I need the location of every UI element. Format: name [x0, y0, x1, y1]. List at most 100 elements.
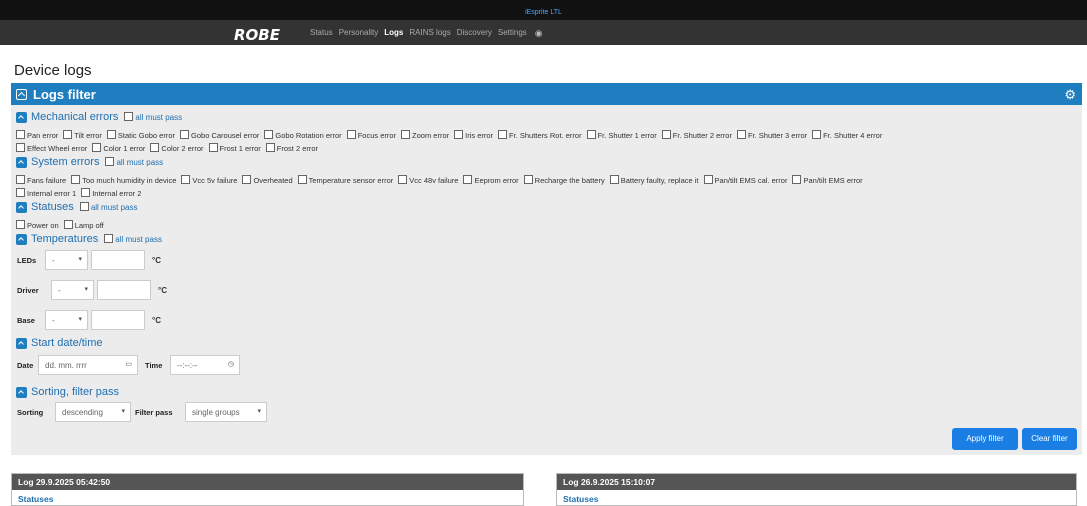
filter-checkbox[interactable]: Fr. Shutter 2 error — [661, 130, 732, 140]
filter-checkbox[interactable]: Internal error 1 — [16, 188, 76, 198]
checkbox[interactable] — [16, 130, 25, 139]
checkbox[interactable] — [63, 220, 73, 229]
filter-checkbox[interactable]: Iris error — [454, 130, 493, 140]
filter-checkbox[interactable]: Tilt error — [63, 130, 102, 140]
eye-icon[interactable]: ◉ — [535, 28, 543, 39]
section-start-datetime[interactable]: Start date/time — [16, 337, 103, 349]
section-temperatures[interactable]: Temperatures all must pass — [16, 233, 162, 245]
collapse-icon[interactable] — [16, 89, 27, 100]
nav-discovery[interactable]: Discovery — [457, 28, 492, 39]
checkbox[interactable] — [523, 175, 533, 184]
filter-checkbox[interactable]: Too much humidity in device — [71, 175, 176, 185]
checkbox[interactable] — [812, 130, 822, 139]
all-must-pass-toggle[interactable]: all must pass — [104, 234, 162, 244]
filter-checkbox[interactable]: Fr. Shutter 4 error — [812, 130, 882, 140]
checkbox[interactable] — [180, 130, 190, 139]
section-statuses[interactable]: Statuses all must pass — [16, 201, 138, 213]
chevron-up-icon[interactable] — [16, 233, 27, 245]
chevron-up-icon[interactable] — [16, 201, 27, 213]
date-input[interactable]: dd. mm. rrrr ▭ — [38, 355, 138, 375]
filter-checkbox[interactable]: Static Gobo error — [106, 130, 175, 140]
checkbox[interactable] — [16, 175, 25, 184]
filter-checkbox[interactable]: Color 2 error — [150, 143, 204, 153]
filter-checkbox[interactable]: Gobo Rotation error — [264, 130, 342, 140]
all-must-pass-toggle[interactable]: all must pass — [124, 112, 182, 122]
filter-checkbox[interactable]: Fans failure — [16, 175, 66, 185]
filter-checkbox[interactable]: Fr. Shutter 3 error — [736, 130, 807, 140]
filter-checkbox[interactable]: Pan/tilt EMS error — [792, 175, 863, 185]
filter-checkbox[interactable]: Pan/tilt EMS cal. error — [703, 175, 787, 185]
checkbox[interactable] — [16, 143, 25, 152]
checkbox[interactable] — [703, 175, 713, 184]
clear-filter-button[interactable]: Clear filter — [1022, 428, 1077, 450]
filter-checkbox[interactable]: Pan error — [16, 130, 58, 140]
time-input[interactable]: --:--:-- ◷ — [170, 355, 240, 375]
filter-checkbox[interactable]: Power on — [16, 220, 59, 230]
checkbox[interactable] — [609, 175, 619, 184]
checkbox[interactable] — [463, 175, 473, 184]
leds-operator-select[interactable]: - ▾ — [45, 250, 88, 270]
section-sorting[interactable]: Sorting, filter pass — [16, 386, 119, 398]
calendar-icon[interactable]: ▭ — [125, 360, 132, 368]
apply-filter-button[interactable]: Apply filter — [952, 428, 1018, 450]
chevron-up-icon[interactable] — [16, 337, 27, 349]
filter-checkbox[interactable]: Gobo Carousel error — [180, 130, 259, 140]
filter-checkbox[interactable]: Battery faulty, replace it — [609, 175, 699, 185]
filter-checkbox[interactable]: Temperature sensor error — [297, 175, 393, 185]
checkbox[interactable] — [454, 130, 464, 139]
section-system[interactable]: System errors all must pass — [16, 156, 163, 168]
checkbox[interactable] — [92, 143, 102, 152]
base-temperature-input[interactable] — [91, 310, 145, 330]
filter-pass-select[interactable]: single groups ▾ — [185, 402, 267, 422]
section-mechanical[interactable]: Mechanical errors all must pass — [16, 111, 182, 123]
checkbox[interactable] — [586, 130, 596, 139]
nav-personality[interactable]: Personality — [339, 28, 379, 39]
filter-checkbox[interactable]: Lamp off — [63, 220, 104, 230]
checkbox[interactable] — [736, 130, 746, 139]
chevron-up-icon[interactable] — [16, 386, 27, 398]
panel-header[interactable]: Logs filter ⚙ — [11, 83, 1082, 105]
checkbox[interactable] — [16, 220, 25, 229]
driver-temperature-input[interactable] — [97, 280, 151, 300]
checkbox[interactable] — [16, 188, 25, 197]
filter-checkbox[interactable]: Frost 1 error — [208, 143, 261, 153]
driver-operator-select[interactable]: - ▾ — [51, 280, 94, 300]
nav-logs[interactable]: Logs — [384, 28, 403, 39]
checkbox[interactable] — [71, 175, 81, 184]
nav-status[interactable]: Status — [310, 28, 333, 39]
filter-checkbox[interactable]: Vcc 48v failure — [398, 175, 458, 185]
filter-checkbox[interactable]: Frost 2 error — [265, 143, 318, 153]
chevron-up-icon[interactable] — [16, 156, 27, 168]
nav-settings[interactable]: Settings — [498, 28, 527, 39]
filter-checkbox[interactable]: Internal error 2 — [81, 188, 141, 198]
checkbox[interactable] — [265, 143, 275, 152]
checkbox[interactable] — [792, 175, 802, 184]
nav-rains-logs[interactable]: RAINS logs — [409, 28, 450, 39]
all-must-pass-toggle[interactable]: all must pass — [105, 157, 163, 167]
clock-icon[interactable]: ◷ — [228, 360, 234, 368]
leds-temperature-input[interactable] — [91, 250, 145, 270]
filter-checkbox[interactable]: Overheated — [242, 175, 293, 185]
sorting-select[interactable]: descending ▾ — [55, 402, 131, 422]
checkbox[interactable] — [297, 175, 307, 184]
filter-checkbox[interactable]: Zoom error — [401, 130, 449, 140]
log-header[interactable]: Log 29.9.2025 05:42:50 — [12, 474, 523, 490]
checkbox[interactable] — [264, 130, 274, 139]
checkbox[interactable] — [181, 175, 191, 184]
checkbox[interactable] — [398, 175, 408, 184]
filter-checkbox[interactable]: Eeprom error — [463, 175, 519, 185]
filter-checkbox[interactable]: Color 1 error — [92, 143, 145, 153]
checkbox[interactable] — [346, 130, 356, 139]
chevron-up-icon[interactable] — [16, 111, 27, 123]
filter-checkbox[interactable]: Focus error — [346, 130, 396, 140]
base-operator-select[interactable]: - ▾ — [45, 310, 88, 330]
filter-checkbox[interactable]: Recharge the battery — [523, 175, 605, 185]
all-must-pass-toggle[interactable]: all must pass — [79, 202, 138, 212]
checkbox[interactable] — [498, 130, 508, 139]
checkbox[interactable] — [661, 130, 671, 139]
log-header[interactable]: Log 26.9.2025 15:10:07 — [557, 474, 1076, 490]
checkbox[interactable] — [401, 130, 411, 139]
filter-checkbox[interactable]: Fr. Shutters Rot. error — [498, 130, 582, 140]
checkbox[interactable] — [242, 175, 252, 184]
checkbox[interactable] — [208, 143, 218, 152]
